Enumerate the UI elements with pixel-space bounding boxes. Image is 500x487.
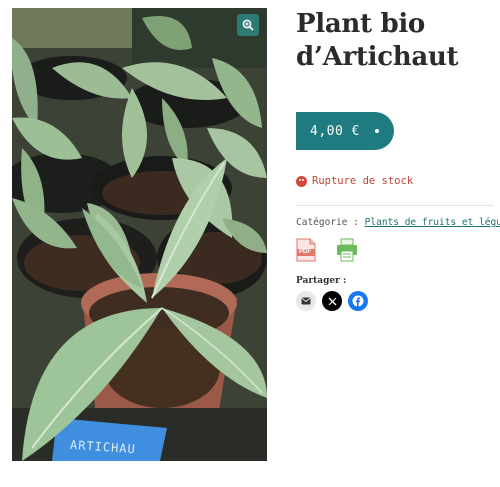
product-price: 4,00 € [310,123,360,139]
category-link[interactable]: Plants de fruits et légumes [365,217,500,228]
x-icon [328,297,336,305]
price-dot-icon [375,129,379,133]
pdf-icon-text: PDF [299,249,311,255]
artichoke-plant-photo [12,8,267,461]
price-badge: 4,00 € [296,112,394,150]
stock-status-text: Rupture de stock [312,175,414,187]
product-title-line-1: Plant bio [296,9,425,39]
zoom-button[interactable] [237,14,259,36]
share-buttons [296,291,368,311]
facebook-icon [352,295,364,307]
sad-face-icon [296,175,307,187]
print-button[interactable] [336,238,358,266]
share-email-button[interactable] [296,291,316,311]
stock-status: Rupture de stock [296,175,413,187]
email-icon [301,297,311,305]
share-facebook-button[interactable] [348,291,368,311]
product-title: Plant bio d’Artichaut [296,8,496,74]
product-title-line-2: d’Artichaut [296,42,459,72]
share-label: Partager : [296,276,347,286]
pdf-button[interactable]: PDF [296,238,316,262]
share-x-button[interactable] [322,291,342,311]
zoom-in-icon [242,19,254,31]
category-label: Catégorie : [296,217,359,228]
product-image[interactable]: ARTICHAU [12,8,267,461]
divider [296,205,494,206]
product-category: Catégorie : Plants de fruits et légumes [296,217,500,228]
print-icon [337,238,357,262]
document-actions: PDF [296,238,358,266]
